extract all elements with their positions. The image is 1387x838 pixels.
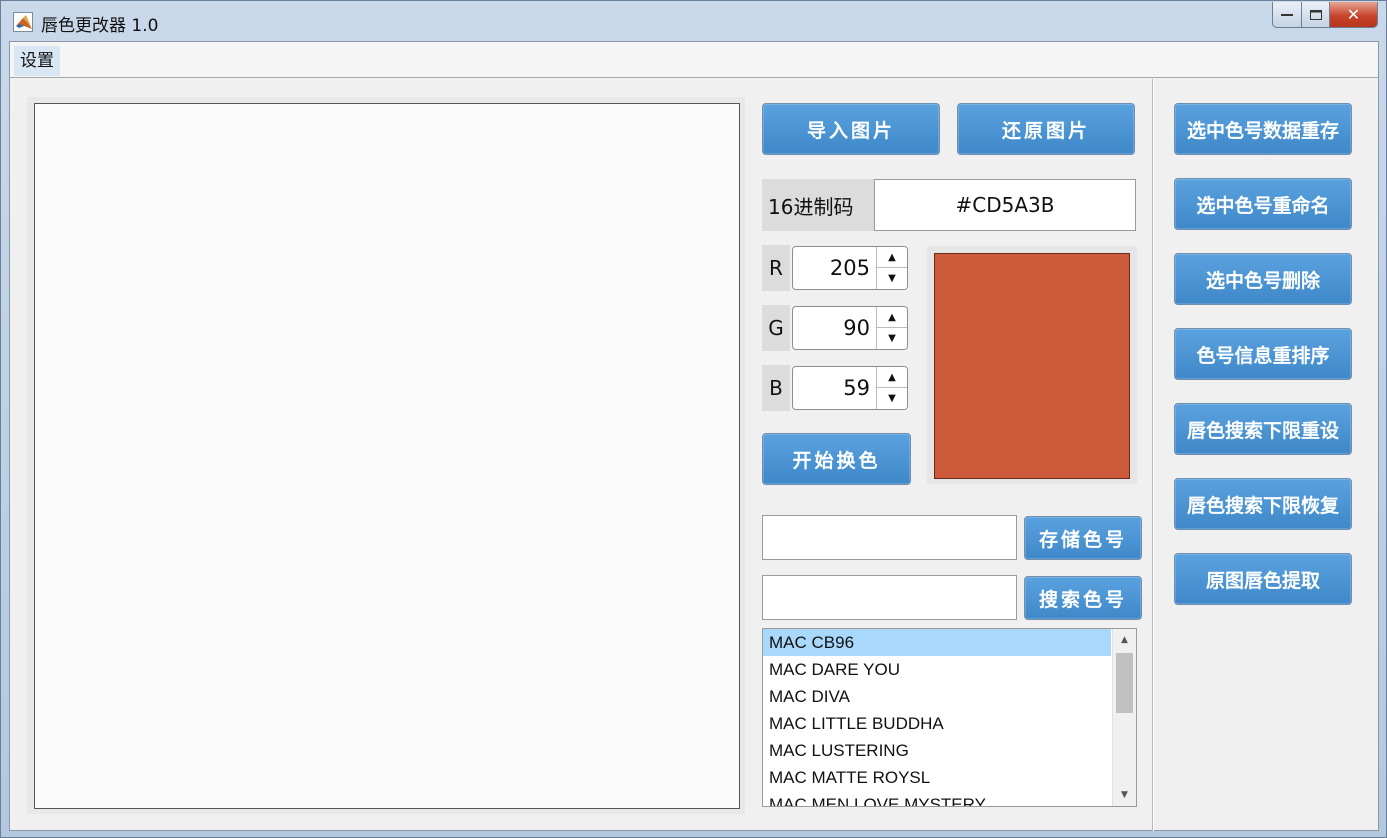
search-input[interactable] bbox=[762, 575, 1017, 620]
list-item[interactable]: MAC MATTE ROYSL bbox=[763, 764, 1111, 791]
restore-image-button[interactable]: 还原图片 bbox=[957, 103, 1135, 155]
b-label: B bbox=[762, 365, 790, 411]
list-item[interactable]: MAC LUSTERING bbox=[763, 737, 1111, 764]
window-title: 唇色更改器 1.0 bbox=[41, 16, 159, 36]
r-increment-icon[interactable]: ▲ bbox=[877, 247, 907, 268]
list-item[interactable]: MAC DARE YOU bbox=[763, 656, 1111, 683]
listbox-scrollbar[interactable]: ▲ ▼ bbox=[1112, 629, 1136, 806]
list-item[interactable]: MAC DIVA bbox=[763, 683, 1111, 710]
close-button[interactable]: ✕ bbox=[1330, 2, 1378, 28]
list-item[interactable]: MAC CB96 bbox=[763, 629, 1111, 656]
image-axes[interactable] bbox=[34, 103, 740, 809]
maximize-button[interactable] bbox=[1302, 2, 1330, 28]
list-item[interactable]: MAC MEN LOVE MYSTERY bbox=[763, 791, 1111, 806]
scroll-thumb[interactable] bbox=[1116, 653, 1133, 713]
matlab-logo-icon bbox=[13, 12, 33, 32]
g-label: G bbox=[762, 305, 790, 351]
reorder-color-info-button[interactable]: 色号信息重排序 bbox=[1174, 328, 1352, 380]
b-increment-icon[interactable]: ▲ bbox=[877, 367, 907, 388]
window-controls: ✕ bbox=[1272, 2, 1378, 28]
r-decrement-icon[interactable]: ▼ bbox=[877, 268, 907, 289]
minimize-button[interactable] bbox=[1272, 2, 1302, 28]
r-label: R bbox=[762, 245, 790, 291]
delete-selected-color-button[interactable]: 选中色号删除 bbox=[1174, 253, 1352, 305]
r-value[interactable]: 205 bbox=[793, 247, 877, 289]
start-recolor-button[interactable]: 开始换色 bbox=[762, 433, 911, 485]
g-decrement-icon[interactable]: ▼ bbox=[877, 328, 907, 349]
store-name-input[interactable] bbox=[762, 515, 1017, 560]
b-spinner[interactable]: 59 ▲ ▼ bbox=[792, 366, 908, 410]
resave-selected-color-button[interactable]: 选中色号数据重存 bbox=[1174, 103, 1352, 155]
title-bar[interactable]: 唇色更改器 1.0 ✕ bbox=[1, 1, 1386, 41]
g-increment-icon[interactable]: ▲ bbox=[877, 307, 907, 328]
maximize-icon bbox=[1309, 9, 1322, 20]
color-preview-swatch bbox=[934, 253, 1130, 479]
menu-bar: 设置 bbox=[10, 42, 1378, 78]
extract-lip-color-button[interactable]: 原图唇色提取 bbox=[1174, 553, 1352, 605]
panel-divider bbox=[1152, 79, 1154, 831]
client-area: 设置 导入图片 还原图片 16进制码 #CD5A3B R 205 ▲ ▼ G 9… bbox=[9, 41, 1379, 831]
app-window: 唇色更改器 1.0 ✕ 设置 导入图片 还原图片 16进制码 #CD5A3B R bbox=[0, 0, 1387, 838]
search-color-button[interactable]: 搜索色号 bbox=[1024, 576, 1142, 620]
b-decrement-icon[interactable]: ▼ bbox=[877, 388, 907, 409]
restore-search-threshold-button[interactable]: 唇色搜索下限恢复 bbox=[1174, 478, 1352, 530]
reset-search-threshold-button[interactable]: 唇色搜索下限重设 bbox=[1174, 403, 1352, 455]
minimize-icon bbox=[1281, 13, 1293, 16]
hex-code-label: 16进制码 bbox=[762, 179, 874, 231]
g-value[interactable]: 90 bbox=[793, 307, 877, 349]
scroll-up-icon[interactable]: ▲ bbox=[1113, 629, 1136, 651]
b-value[interactable]: 59 bbox=[793, 367, 877, 409]
rename-selected-color-button[interactable]: 选中色号重命名 bbox=[1174, 178, 1352, 230]
r-spinner[interactable]: 205 ▲ ▼ bbox=[792, 246, 908, 290]
menu-settings[interactable]: 设置 bbox=[14, 46, 60, 76]
color-listbox[interactable]: MAC CB96 MAC DARE YOU MAC DIVA MAC LITTLE B… bbox=[762, 628, 1137, 807]
import-image-button[interactable]: 导入图片 bbox=[762, 103, 940, 155]
g-spinner[interactable]: 90 ▲ ▼ bbox=[792, 306, 908, 350]
store-color-button[interactable]: 存储色号 bbox=[1024, 516, 1142, 560]
scroll-down-icon[interactable]: ▼ bbox=[1113, 784, 1136, 806]
color-list-items: MAC CB96 MAC DARE YOU MAC DIVA MAC LITTLE B… bbox=[763, 629, 1136, 806]
close-icon: ✕ bbox=[1346, 5, 1361, 24]
list-item[interactable]: MAC LITTLE BUDDHA bbox=[763, 710, 1111, 737]
hex-code-field[interactable]: #CD5A3B bbox=[874, 179, 1136, 231]
